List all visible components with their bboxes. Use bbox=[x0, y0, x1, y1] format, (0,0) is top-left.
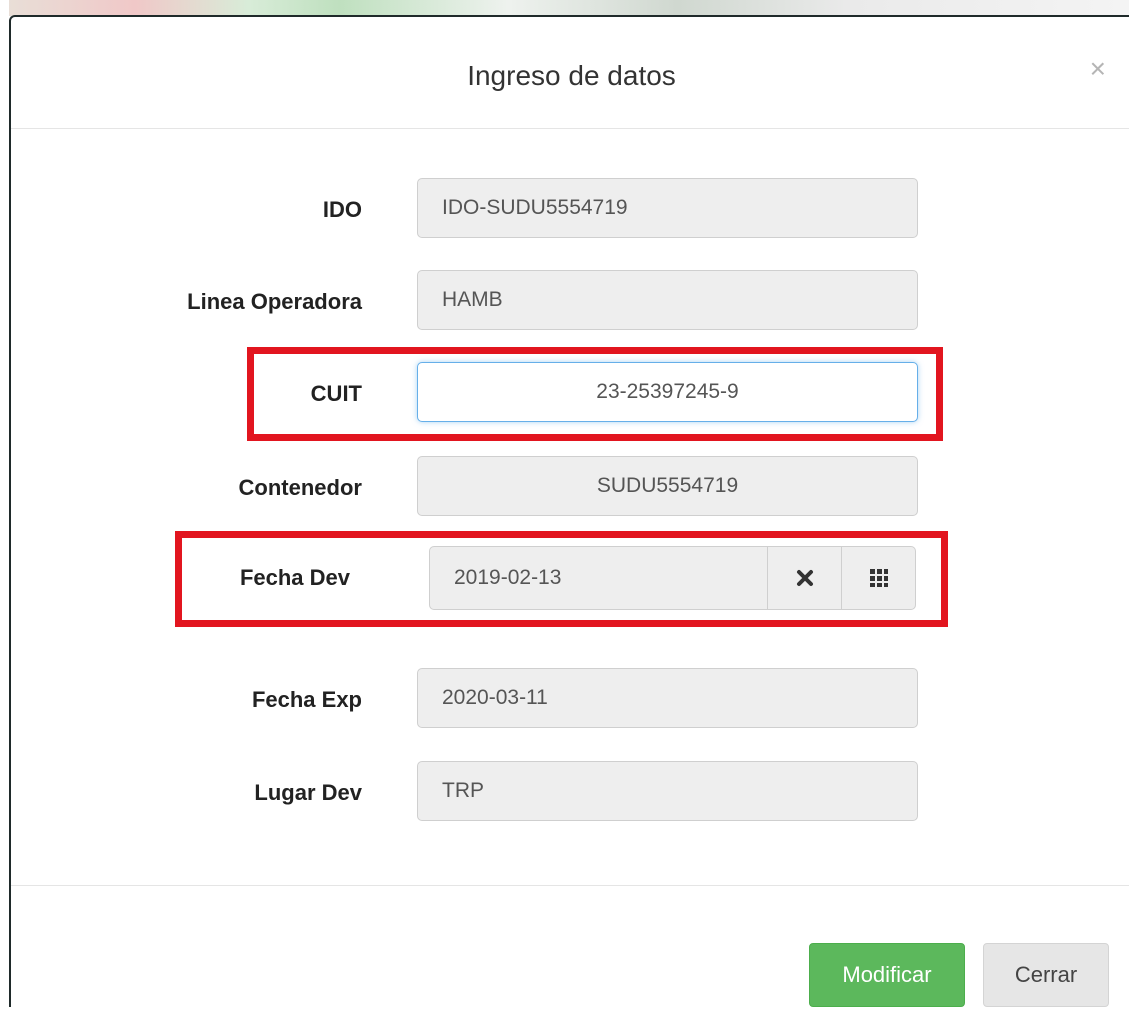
open-calendar-button[interactable] bbox=[842, 546, 916, 610]
modal-title: Ingreso de datos bbox=[467, 60, 676, 91]
cuit-label: CUIT bbox=[310, 381, 362, 406]
row-ido: IDO bbox=[11, 178, 1129, 242]
row-linea-operadora: Linea Operadora bbox=[11, 270, 1129, 334]
modal-header: Ingreso de datos × bbox=[11, 17, 1129, 129]
linea-operadora-field[interactable] bbox=[417, 270, 918, 330]
row-fecha-dev: Fecha Dev bbox=[11, 546, 1129, 610]
row-fecha-exp: Fecha Exp bbox=[11, 668, 1129, 732]
background-edge bbox=[0, 0, 9, 1003]
contenedor-label: Contenedor bbox=[238, 475, 362, 500]
fecha-dev-picker bbox=[429, 546, 916, 610]
row-contenedor: Contenedor bbox=[11, 456, 1129, 520]
data-entry-modal: Ingreso de datos × IDO Linea Operadora C… bbox=[9, 15, 1129, 1007]
contenedor-field[interactable] bbox=[417, 456, 918, 516]
close-icon[interactable]: × bbox=[1090, 55, 1106, 83]
fecha-exp-label: Fecha Exp bbox=[251, 687, 362, 712]
ido-label: IDO bbox=[322, 197, 362, 222]
modal-footer: Modificar Cerrar bbox=[11, 885, 1129, 1016]
linea-operadora-label: Linea Operadora bbox=[187, 289, 362, 314]
lugar-dev-label: Lugar Dev bbox=[254, 780, 362, 805]
calendar-grid-icon bbox=[869, 569, 888, 587]
modificar-button[interactable]: Modificar bbox=[809, 943, 965, 1007]
fecha-dev-label: Fecha Dev bbox=[239, 565, 350, 590]
cerrar-button[interactable]: Cerrar bbox=[983, 943, 1109, 1007]
ido-field[interactable] bbox=[417, 178, 918, 238]
background-page-strip bbox=[0, 0, 1129, 16]
fecha-exp-field[interactable] bbox=[417, 668, 918, 728]
clear-date-button[interactable] bbox=[768, 546, 843, 610]
lugar-dev-field[interactable] bbox=[417, 761, 918, 821]
row-cuit: CUIT bbox=[11, 362, 1129, 426]
cuit-input[interactable] bbox=[417, 362, 918, 422]
row-lugar-dev: Lugar Dev bbox=[11, 761, 1129, 825]
times-icon bbox=[796, 570, 813, 586]
fecha-dev-input[interactable] bbox=[429, 546, 769, 610]
